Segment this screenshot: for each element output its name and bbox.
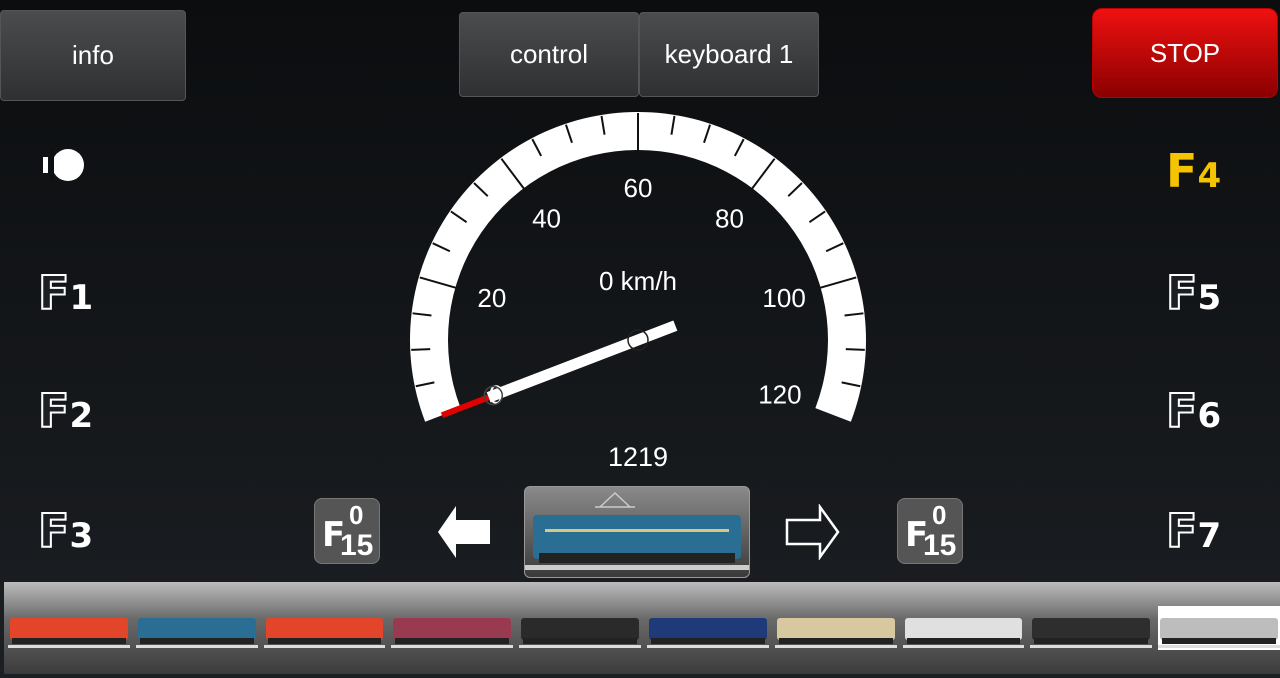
function-f7-button[interactable]: F7 — [1165, 494, 1236, 558]
locomotive-body — [1032, 618, 1151, 640]
speed-readout: 0 km/h — [598, 266, 678, 296]
locomotive-wheels — [650, 638, 765, 644]
locomotive-icon — [525, 491, 749, 570]
f015-bottom: 15 — [340, 529, 374, 562]
gauge-tick-label: 100 — [762, 283, 805, 313]
locomotive-wheels — [395, 638, 510, 644]
locomotive-body — [10, 618, 128, 640]
f0-f15-right-button[interactable]: F 0 15 — [897, 498, 963, 564]
rail — [1158, 645, 1280, 648]
rail — [391, 645, 514, 648]
locomotive-list-item[interactable] — [902, 606, 1025, 650]
locomotive-list-item[interactable] — [519, 606, 641, 650]
gauge-tick — [845, 348, 865, 351]
locomotive-list-item[interactable] — [263, 606, 386, 650]
locomotive-body — [776, 618, 895, 640]
locomotive-list-item[interactable] — [646, 606, 769, 650]
f-number: 7 — [1197, 516, 1222, 556]
f-glyph: F — [37, 504, 70, 558]
locomotive-body — [521, 618, 639, 640]
locomotive-body — [137, 618, 256, 640]
gauge-tick-label: 40 — [532, 204, 561, 234]
f015-top: 0 — [349, 500, 364, 530]
gauge-tick — [411, 348, 431, 351]
rail — [135, 645, 258, 648]
gauge-tick-label: 80 — [715, 204, 744, 234]
locomotive-body — [1160, 618, 1278, 640]
locomotive-wheels — [523, 638, 637, 644]
gauge-tick-label: 20 — [477, 283, 506, 313]
current-locomotive-image[interactable] — [524, 486, 750, 578]
rail — [902, 645, 1025, 648]
locomotive-wheels — [906, 638, 1021, 644]
locomotive-body — [393, 618, 512, 640]
speedometer[interactable]: 020406080100120 — [0, 0, 1280, 480]
function-f3-button[interactable]: F3 — [37, 494, 108, 558]
locomotive-wheels — [1034, 638, 1149, 644]
f-glyph: F — [1165, 504, 1198, 558]
rail — [263, 645, 386, 648]
rail — [519, 645, 641, 648]
f015-bottom: 15 — [923, 529, 957, 562]
locomotive-body — [904, 618, 1023, 640]
direction-forward-arrow-icon[interactable] — [784, 504, 842, 560]
locomotive-list[interactable] — [4, 582, 1280, 674]
locomotive-body — [265, 618, 384, 640]
f015-top: 0 — [932, 500, 947, 530]
gauge-tick-label: 120 — [758, 379, 801, 409]
locomotive-wheels — [12, 638, 126, 644]
f0-f15-left-button[interactable]: F 0 15 — [314, 498, 380, 564]
loco-address: 1219 — [607, 442, 669, 472]
locomotive-wheels — [267, 638, 382, 644]
locomotive-wheels — [778, 638, 893, 644]
locomotive-list-item[interactable] — [391, 606, 514, 650]
rail — [774, 645, 897, 648]
locomotive-wheels — [1162, 638, 1276, 644]
locomotive-list-item[interactable] — [135, 606, 258, 650]
rail — [8, 645, 130, 648]
rail — [646, 645, 769, 648]
locomotive-list-item[interactable] — [1030, 606, 1153, 650]
direction-reverse-arrow-icon[interactable] — [436, 504, 494, 560]
gauge-tick-label: 60 — [624, 173, 653, 203]
locomotive-list-item[interactable] — [1158, 606, 1280, 650]
locomotive-list-item[interactable] — [8, 606, 130, 650]
locomotive-wheels — [139, 638, 254, 644]
f-number: 3 — [69, 516, 94, 556]
rail — [1030, 645, 1153, 648]
locomotive-list-item[interactable] — [774, 606, 897, 650]
locomotive-body — [648, 618, 767, 640]
